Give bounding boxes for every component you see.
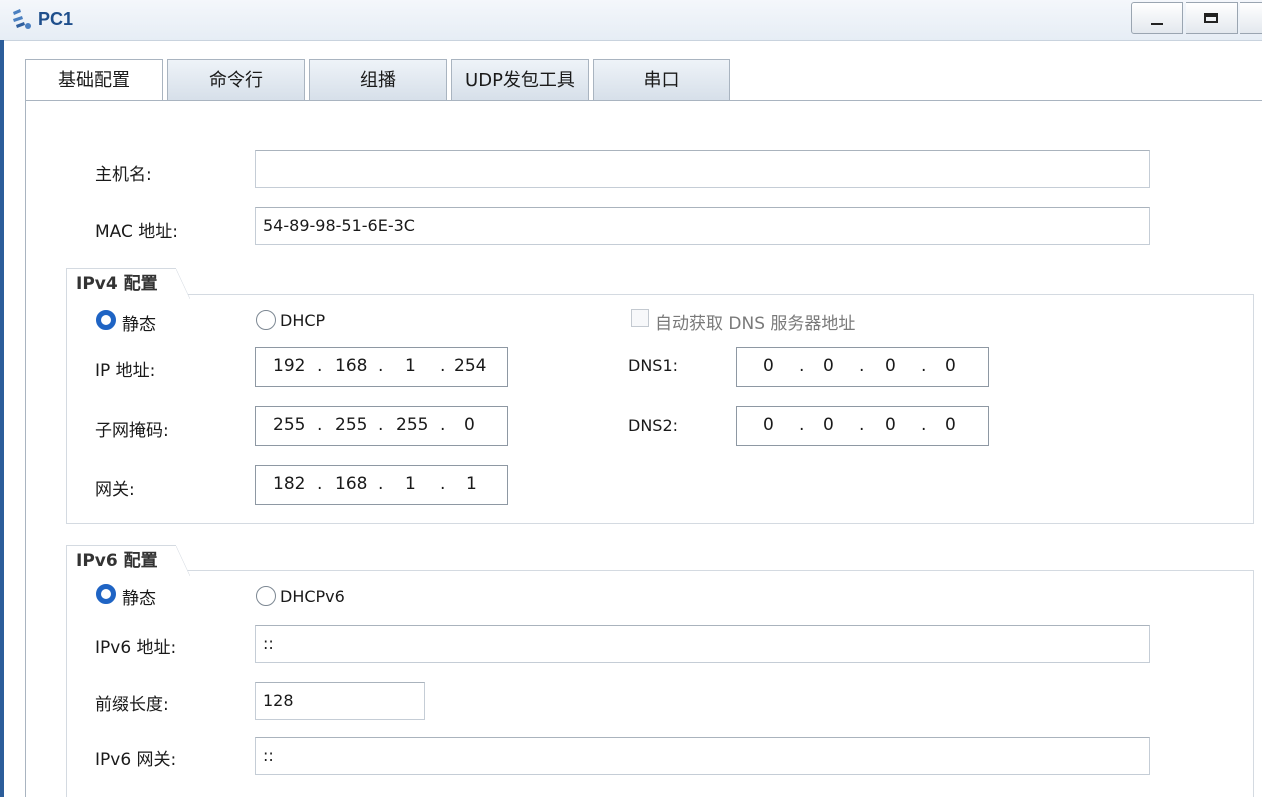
ipv4-group-title: IPv4 配置 <box>66 268 190 299</box>
dns2-octet-4[interactable]: 0 <box>945 415 956 435</box>
gw-octet-4[interactable]: 1 <box>466 474 477 494</box>
gateway-label: 网关: <box>95 480 135 500</box>
minimize-button[interactable] <box>1131 2 1183 34</box>
dns2-label: DNS2: <box>628 416 679 435</box>
dns1-label: DNS1: <box>628 356 679 375</box>
ipv6-dhcpv6-radio[interactable] <box>256 586 276 606</box>
maximize-button[interactable] <box>1186 2 1238 34</box>
window-left-border <box>0 40 4 797</box>
ipv6-group-title: IPv6 配置 <box>66 545 190 576</box>
dns1-octet-3[interactable]: 0 <box>885 356 896 376</box>
gw-octet-3[interactable]: 1 <box>405 474 416 494</box>
mask-octet-4[interactable]: 0 <box>464 415 475 435</box>
mac-input[interactable]: 54-89-98-51-6E-3C <box>255 207 1150 245</box>
mask-octet-2[interactable]: 255 <box>335 415 367 435</box>
ipv6-address-input[interactable]: :: <box>255 625 1150 663</box>
dns1-octet-2[interactable]: 0 <box>823 356 834 376</box>
auto-dns-checkbox[interactable] <box>631 309 649 327</box>
subnet-mask-label: 子网掩码: <box>95 421 169 441</box>
title-bar: PC1 <box>0 0 1262 41</box>
mac-label: MAC 地址: <box>95 222 178 242</box>
ipv4-dhcp-radio[interactable] <box>256 310 276 330</box>
mask-octet-3[interactable]: 255 <box>396 415 428 435</box>
hostname-input[interactable] <box>255 150 1150 188</box>
tab-basic-config[interactable]: 基础配置 <box>25 59 163 103</box>
dns1-octet-1[interactable]: 0 <box>763 356 774 376</box>
ipv4-static-radio[interactable] <box>96 310 116 330</box>
window-title: PC1 <box>38 9 74 29</box>
pc-app-icon <box>13 9 31 29</box>
ipv6-gateway-label: IPv6 网关: <box>95 750 177 770</box>
subnet-mask-input[interactable]: 255 . 255 . 255 . 0 <box>255 406 508 446</box>
auto-dns-label: 自动获取 DNS 服务器地址 <box>655 314 856 334</box>
mask-octet-1[interactable]: 255 <box>273 415 305 435</box>
gateway-input[interactable]: 182 . 168 . 1 . 1 <box>255 465 508 505</box>
dns2-input[interactable]: 0 . 0 . 0 . 0 <box>736 406 989 446</box>
dns2-octet-2[interactable]: 0 <box>823 415 834 435</box>
dns1-input[interactable]: 0 . 0 . 0 . 0 <box>736 347 989 387</box>
ipv6-dhcpv6-label: DHCPv6 <box>280 587 345 606</box>
ipv6-gateway-input[interactable]: :: <box>255 737 1150 775</box>
ip-address-label: IP 地址: <box>95 361 156 381</box>
tab-multicast[interactable]: 组播 <box>309 59 447 101</box>
ip-octet-2[interactable]: 168 <box>335 356 367 376</box>
hostname-label: 主机名: <box>95 165 152 185</box>
dns2-octet-1[interactable]: 0 <box>763 415 774 435</box>
prefix-length-input[interactable]: 128 <box>255 682 425 720</box>
dns2-octet-3[interactable]: 0 <box>885 415 896 435</box>
gw-octet-1[interactable]: 182 <box>273 474 305 494</box>
gw-octet-2[interactable]: 168 <box>335 474 367 494</box>
ip-address-input[interactable]: 192 . 168 . 1 . 254 <box>255 347 508 387</box>
ipv4-static-label: 静态 <box>122 315 156 335</box>
ipv6-address-label: IPv6 地址: <box>95 638 177 658</box>
close-button[interactable] <box>1240 2 1262 34</box>
ip-octet-3[interactable]: 1 <box>405 356 416 376</box>
ipv6-static-radio[interactable] <box>96 584 116 604</box>
prefix-length-label: 前缀长度: <box>95 695 169 715</box>
dns1-octet-4[interactable]: 0 <box>945 356 956 376</box>
tab-udp-tool[interactable]: UDP发包工具 <box>451 59 589 101</box>
ipv4-dhcp-label: DHCP <box>280 311 326 330</box>
ipv6-static-label: 静态 <box>122 589 156 609</box>
tab-serial[interactable]: 串口 <box>593 59 730 101</box>
ip-octet-4[interactable]: 254 <box>454 356 486 376</box>
tab-command-line[interactable]: 命令行 <box>167 59 305 101</box>
ip-octet-1[interactable]: 192 <box>273 356 305 376</box>
